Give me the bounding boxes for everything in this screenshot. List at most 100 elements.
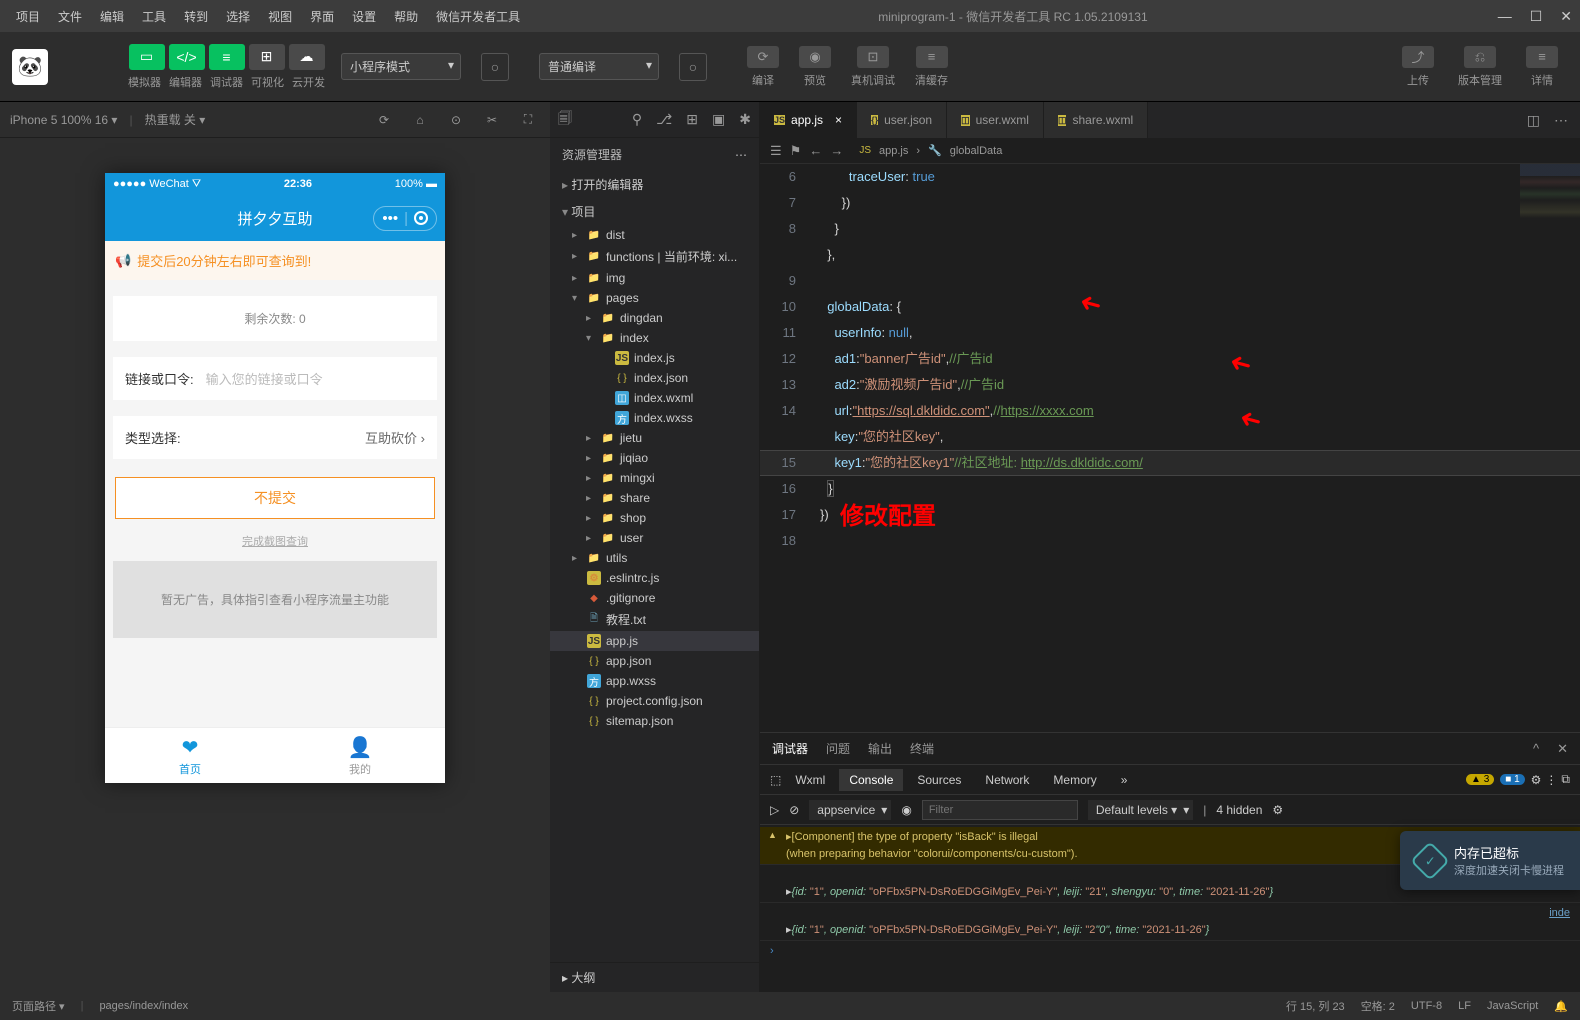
project-section[interactable]: 项目 [550,198,759,225]
tree-item[interactable]: JSapp.js [550,631,759,651]
circle-btn-2[interactable]: ○ [679,53,707,81]
right-版本管理[interactable]: ⎌版本管理 [1448,42,1512,92]
code-editor[interactable]: 6 traceUser: true7 })8 } },910 globalDat… [760,164,1580,732]
menu-选择[interactable]: 选择 [218,4,258,29]
tree-item[interactable]: ⽅index.wxss [550,408,759,428]
more-icon[interactable]: ⋯ [1554,112,1568,129]
inspect-icon[interactable]: ⬚ [770,773,781,787]
tree-item[interactable]: ▸📁jietu [550,428,759,448]
minimap[interactable] [1520,164,1580,284]
bug-icon[interactable]: ✱ [739,111,751,128]
reload-select[interactable]: 热重载 关 ▾ [145,111,206,128]
encoding[interactable]: UTF-8 [1411,1000,1442,1012]
chevron-up-icon[interactable]: ^ [1533,741,1539,756]
tree-item[interactable]: ◫index.wxml [550,388,759,408]
fwd-arrow-icon[interactable]: → [830,143,843,158]
clear-icon[interactable]: ⊘ [789,803,799,817]
filter-input[interactable] [922,800,1078,820]
tree-item[interactable]: ▸📁shop [550,508,759,528]
tree-item[interactable]: ▸📁functions | 当前环境: xi... [550,245,759,268]
memory-alert[interactable]: 内存已超标 深度加速关闭卡慢进程 [1400,831,1580,890]
tree-item[interactable]: ▸📁user [550,528,759,548]
editor-button[interactable]: </> [169,44,205,70]
action-预览[interactable]: ◉预览 [789,42,841,92]
expand-icon[interactable]: ⛶ [516,108,540,132]
tree-item[interactable]: ◆.gitignore [550,588,759,608]
action-真机调试[interactable]: ⊡真机调试 [841,42,905,92]
tree-item[interactable]: ▾📁pages [550,288,759,308]
device-select[interactable]: iPhone 5 100% 16 ▾ [10,113,117,127]
menu-工具[interactable]: 工具 [134,4,174,29]
action-编译[interactable]: ⟳编译 [737,42,789,92]
home-icon[interactable]: ⌂ [408,108,432,132]
open-editors-section[interactable]: 打开的编辑器 [550,171,759,198]
close-icon[interactable]: ✕ [1560,8,1572,25]
action-清缓存[interactable]: ≡清缓存 [905,42,958,92]
submit-button[interactable]: 不提交 [115,477,435,519]
more-icon[interactable]: ⋯ [735,148,747,162]
menu-转到[interactable]: 转到 [176,4,216,29]
tree-item[interactable]: ▾📁index [550,328,759,348]
simulator-button[interactable]: ▭ [129,44,165,70]
tab-terminal[interactable]: 终端 [910,736,934,761]
subtab-memory[interactable]: Memory [1043,769,1106,791]
spaces[interactable]: 空格: 2 [1361,998,1395,1014]
tab-home[interactable]: ❤首页 [105,728,275,783]
gear-icon[interactable]: ⚙ [1531,773,1542,787]
visual-button[interactable]: ⊞ [249,44,285,70]
debugger-button[interactable]: ≡ [209,44,245,70]
subtab-wxml[interactable]: Wxml [785,769,835,791]
minimize-icon[interactable]: — [1498,8,1512,25]
menu-设置[interactable]: 设置 [344,4,384,29]
context-select[interactable]: appservice [809,800,891,820]
editor-tab[interactable]: JSapp.js× [760,102,857,138]
cloud-button[interactable]: ☁ [289,44,325,70]
subtab-console[interactable]: Console [839,769,903,791]
menu-文件[interactable]: 文件 [50,4,90,29]
mode-select[interactable]: 小程序模式 [341,53,461,80]
tree-item[interactable]: ▸📁img [550,268,759,288]
split-icon[interactable]: ◫ [1527,112,1540,129]
tree-item[interactable]: ▸📁dingdan [550,308,759,328]
menu-帮助[interactable]: 帮助 [386,4,426,29]
page-path-label[interactable]: 页面路径 ▾ [12,998,65,1014]
eye-icon[interactable]: ◉ [901,803,911,817]
cut-icon[interactable]: ✂ [480,108,504,132]
capsule-button[interactable]: •••| [373,206,437,231]
link-input[interactable]: 输入您的链接或口令 [206,369,425,388]
tree-item[interactable]: { }project.config.json [550,691,759,711]
language[interactable]: JavaScript [1487,1000,1538,1012]
menu-视图[interactable]: 视图 [260,4,300,29]
bookmark-icon[interactable]: ⚑ [790,143,802,159]
files-icon[interactable]: 🗐 [558,108,572,132]
editor-tab[interactable]: ◫share.wxml [1044,102,1148,138]
dots-icon[interactable]: ⋮ [1545,773,1557,787]
editor-tab[interactable]: ◫user.wxml [947,102,1044,138]
right-详情[interactable]: ≡详情 [1516,42,1568,92]
refresh-icon[interactable]: ⟳ [372,108,396,132]
levels-select[interactable]: Default levels ▾ [1088,800,1193,820]
tree-item[interactable]: ▸📁dist [550,225,759,245]
compile-select[interactable]: 普通编译 [539,53,659,80]
type-select-row[interactable]: 类型选择: 互助砍价 › [113,416,437,459]
tree-item[interactable]: { }sitemap.json [550,711,759,731]
capture-link[interactable]: 完成截图查询 [105,529,445,553]
page-path[interactable]: pages/index/index [99,1000,188,1012]
tree-item[interactable]: { }index.json [550,368,759,388]
hidden-count[interactable]: 4 hidden [1216,803,1262,817]
search-icon[interactable]: ⚲ [632,111,642,128]
editor-tab[interactable]: {}user.json [857,102,947,138]
menu-项目[interactable]: 项目 [8,4,48,29]
tree-item[interactable]: ⽅app.wxss [550,671,759,691]
tree-item[interactable]: ▸📁mingxi [550,468,759,488]
grid-icon[interactable]: ⊞ [686,111,698,128]
subtab-network[interactable]: Network [975,769,1039,791]
back-icon[interactable]: ⊙ [444,108,468,132]
tree-item[interactable]: ▸📁utils [550,548,759,568]
tab-mine[interactable]: 👤我的 [275,728,445,783]
bell-icon[interactable]: 🔔 [1554,1000,1568,1013]
warn-badge[interactable]: ▲ 3 [1466,774,1494,785]
outline-section[interactable]: ▸ 大纲 [550,962,759,992]
tab-output[interactable]: 输出 [868,736,892,761]
tree-item[interactable]: 🗎教程.txt [550,608,759,631]
